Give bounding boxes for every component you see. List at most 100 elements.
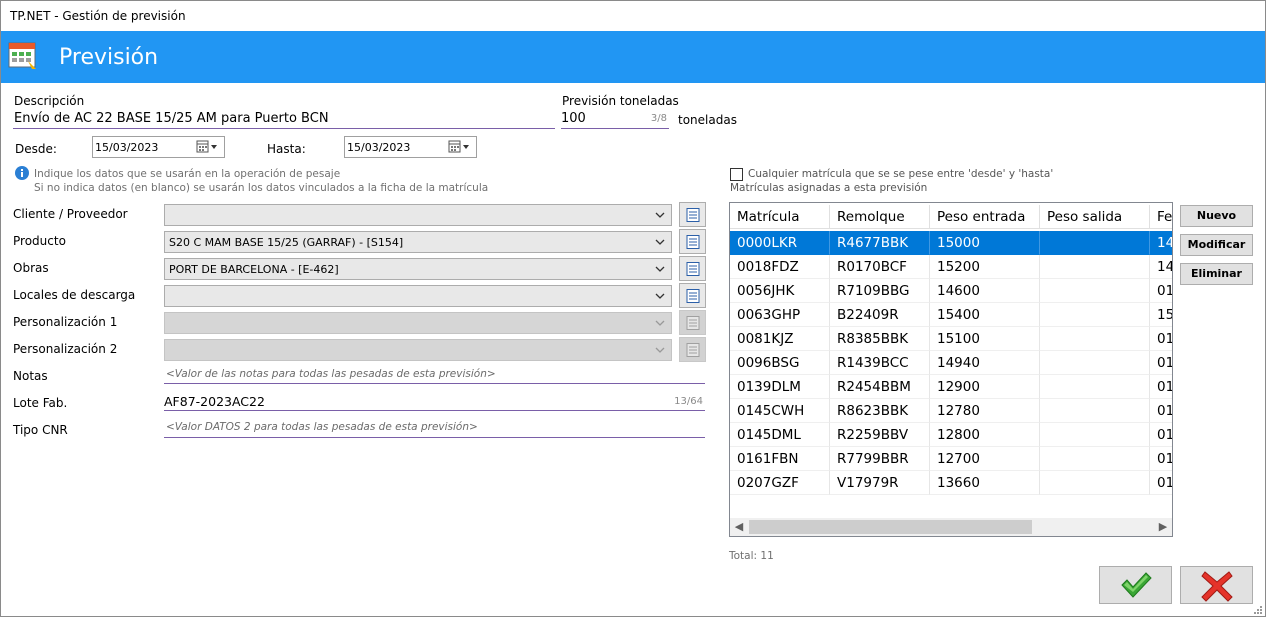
checkbox-label: Cualquier matrícula que se se pese entre… [748, 168, 1054, 180]
cliente-list-button[interactable] [679, 202, 706, 227]
table-cell: 0063GHP [730, 303, 830, 327]
locales-list-button[interactable] [679, 283, 706, 308]
table-cell [1040, 327, 1150, 351]
table-cell: 0161FBN [730, 447, 830, 471]
cancel-button[interactable] [1180, 566, 1253, 604]
scroll-right-icon[interactable]: ▶ [1154, 518, 1172, 536]
tipo-input[interactable]: <Valor DATOS 2 para todas las pesadas de… [164, 420, 705, 438]
scrollbar-thumb[interactable] [749, 520, 1032, 534]
table-cell: 0081KJZ [730, 327, 830, 351]
table-row[interactable]: 0096BSGR1439BCC14940 01, [730, 351, 1172, 375]
chevron-down-icon [655, 266, 665, 272]
descripcion-input[interactable]: Envío de AC 22 BASE 15/25 AM para Puerto… [13, 110, 555, 129]
table-row[interactable]: 0000LKRR4677BBK15000 14, [730, 231, 1172, 255]
hasta-date-value: 15/03/2023 [347, 141, 411, 154]
info-icon [15, 166, 29, 180]
chevron-down-icon [655, 320, 665, 326]
table-cell: 01, [1150, 447, 1172, 471]
column-header[interactable]: Fe [1150, 205, 1172, 229]
table-cell: 0018FDZ [730, 255, 830, 279]
column-header[interactable]: Matrícula [730, 205, 830, 229]
notas-input[interactable]: <Valor de las notas para todas las pesad… [164, 366, 705, 384]
modificar-button[interactable]: Modificar [1180, 234, 1253, 256]
table-row[interactable]: 0145CWHR8623BBK12780 01, [730, 399, 1172, 423]
info-text-line2: Si no indica datos (en blanco) se usarán… [34, 182, 489, 194]
obras-combobox[interactable]: PORT DE BARCELONA - [E-462] [164, 258, 672, 280]
desde-date-value: 15/03/2023 [95, 141, 159, 154]
table-cell: 01, [1150, 423, 1172, 447]
producto-list-button[interactable] [679, 229, 706, 254]
prevision-value: 100 [561, 111, 586, 126]
table-cell [1040, 423, 1150, 447]
prevision-input[interactable]: 100 3/8 [561, 110, 669, 129]
producto-combobox[interactable]: S20 C MAM BASE 15/25 (GARRAF) - [S154] [164, 231, 672, 253]
table-cell: R8385BBK [830, 327, 930, 351]
table-cell: 13660 [930, 471, 1040, 495]
column-header[interactable]: Remolque [830, 205, 930, 229]
table-cell: R7109BBG [830, 279, 930, 303]
table-cell: 0145DML [730, 423, 830, 447]
hasta-label: Hasta: [267, 142, 306, 156]
table-row[interactable]: 0056JHKR7109BBG14600 01, [730, 279, 1172, 303]
cliente-combobox[interactable] [164, 204, 672, 226]
horizontal-scrollbar[interactable]: ◀ ▶ [730, 518, 1172, 536]
nuevo-button[interactable]: Nuevo [1180, 205, 1253, 227]
eliminar-button[interactable]: Eliminar [1180, 263, 1253, 285]
table-cell: 14940 [930, 351, 1040, 375]
obras-value: PORT DE BARCELONA - [E-462] [169, 263, 339, 276]
column-header[interactable]: Peso entrada [930, 205, 1040, 229]
checkmark-icon [1121, 572, 1152, 598]
table-cell: V17979R [830, 471, 930, 495]
titlebar: TP.NET - Gestión de previsión [1, 1, 1265, 31]
table-cell: 15200 [930, 255, 1040, 279]
pers1-list-button [679, 310, 706, 335]
page-title: Previsión [59, 45, 159, 70]
table-cell: 01, [1150, 399, 1172, 423]
window: TP.NET - Gestión de previsión Previsión … [0, 0, 1266, 617]
column-header[interactable]: Peso salida [1040, 205, 1150, 229]
table-row[interactable]: 0018FDZR0170BCF15200 14, [730, 255, 1172, 279]
tipo-placeholder: <Valor DATOS 2 para todas las pesadas de… [166, 421, 478, 433]
calendar-dropdown-icon[interactable] [196, 140, 220, 154]
chevron-down-icon [655, 212, 665, 218]
pers1-combobox [164, 312, 672, 334]
calendar-dropdown-icon[interactable] [448, 140, 472, 154]
obras-list-button[interactable] [679, 256, 706, 281]
cualquier-matricula-checkbox[interactable] [730, 168, 743, 181]
table-cell: 12780 [930, 399, 1040, 423]
table-row[interactable]: 0145DMLR2259BBV12800 01, [730, 423, 1172, 447]
desde-date-picker[interactable]: 15/03/2023 [92, 136, 225, 158]
locales-combobox[interactable] [164, 285, 672, 307]
lote-label: Lote Fab. [13, 396, 68, 410]
table-row[interactable]: 0207GZFV17979R13660 01, [730, 471, 1172, 495]
table-row[interactable]: 0161FBNR7799BBR12700 01, [730, 447, 1172, 471]
list-icon [686, 208, 700, 222]
matriculas-grid[interactable]: Matrícula Remolque Peso entrada Peso salida… [729, 202, 1173, 537]
window-title: TP.NET - Gestión de previsión [10, 9, 186, 23]
table-cell: 15000 [930, 231, 1040, 255]
table-cell: 0139DLM [730, 375, 830, 399]
list-icon [686, 262, 700, 276]
table-row[interactable]: 0081KJZR8385BBK15100 01, [730, 327, 1172, 351]
scroll-left-icon[interactable]: ◀ [730, 518, 748, 536]
table-row[interactable]: 0063GHPB22409R15400 15, [730, 303, 1172, 327]
table-row[interactable]: 0139DLMR2454BBM12900 01, [730, 375, 1172, 399]
table-cell: 14, [1150, 255, 1172, 279]
ok-button[interactable] [1099, 566, 1172, 604]
table-cell [1040, 375, 1150, 399]
lote-input[interactable]: AF87-2023AC22 13/64 [164, 393, 705, 411]
table-cell [1040, 351, 1150, 375]
table-cell [1040, 231, 1150, 255]
hasta-date-picker[interactable]: 15/03/2023 [344, 136, 477, 158]
table-cell [1040, 255, 1150, 279]
list-icon [686, 289, 700, 303]
tipo-label: Tipo CNR [13, 423, 68, 437]
table-cell: R4677BBK [830, 231, 930, 255]
table-cell: 14600 [930, 279, 1040, 303]
table-cell: 15, [1150, 303, 1172, 327]
locales-label: Locales de descarga [13, 288, 136, 302]
resize-grip-icon[interactable] [1253, 605, 1263, 615]
toneladas-label: toneladas [678, 113, 737, 127]
table-cell: 15100 [930, 327, 1040, 351]
table-cell [1040, 471, 1150, 495]
